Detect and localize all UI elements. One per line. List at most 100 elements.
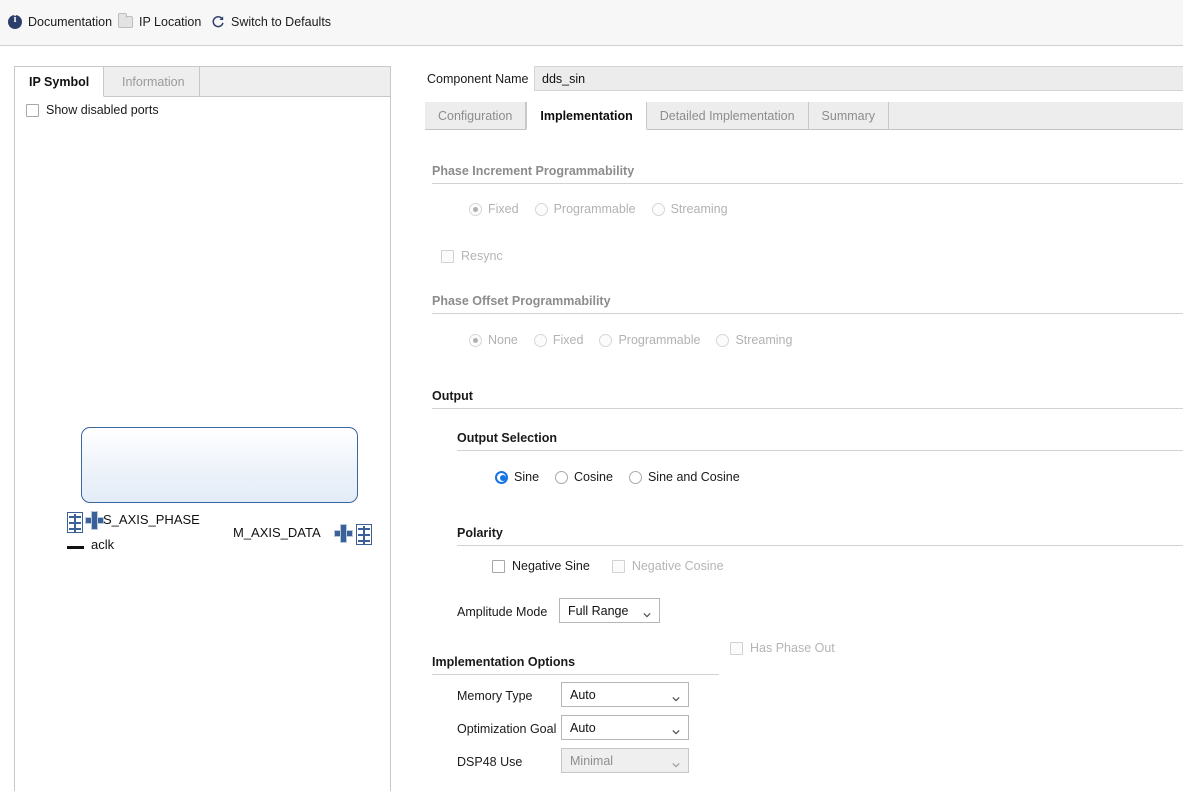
radio-label: Fixed bbox=[552, 333, 584, 347]
radio-indicator bbox=[555, 470, 569, 484]
checkbox-label: Negative Sine bbox=[512, 559, 590, 573]
refresh-icon bbox=[211, 15, 225, 29]
radio-phase-offset-streaming[interactable]: Streaming bbox=[716, 333, 792, 347]
port-label-aclk: aclk bbox=[91, 537, 115, 552]
section-title-phase-increment: Phase Increment Programmability bbox=[432, 164, 635, 178]
radio-label: Programmable bbox=[618, 333, 701, 347]
radio-indicator bbox=[628, 470, 642, 484]
component-name-input[interactable]: dds_sin bbox=[534, 66, 1183, 91]
show-disabled-ports-row[interactable]: Show disabled ports bbox=[26, 103, 159, 117]
section-title-output-selection: Output Selection bbox=[457, 431, 557, 445]
memory-type-select[interactable]: Auto bbox=[561, 682, 689, 707]
tab-summary[interactable]: Summary bbox=[809, 102, 890, 129]
radio-phase-offset-programmable[interactable]: Programmable bbox=[599, 333, 700, 347]
tab-implementation[interactable]: Implementation bbox=[526, 102, 647, 130]
ip-location-button[interactable]: IP Location bbox=[118, 13, 202, 29]
component-name-label: Component Name bbox=[427, 72, 529, 86]
checkbox-indicator bbox=[611, 559, 625, 573]
section-rule-output bbox=[432, 408, 1183, 409]
radio-indicator bbox=[716, 333, 730, 347]
section-title-phase-offset: Phase Offset Programmability bbox=[432, 294, 611, 308]
dsp48-use-select[interactable]: Minimal bbox=[561, 748, 689, 773]
tab-information[interactable]: Information bbox=[108, 67, 200, 97]
radio-phase-offset-none[interactable]: None bbox=[469, 333, 518, 347]
tab-ip-symbol-label: IP Symbol bbox=[29, 74, 90, 89]
radio-label: Programmable bbox=[553, 202, 636, 216]
amplitude-mode-select[interactable]: Full Range bbox=[559, 598, 660, 623]
port-label-s-axis-phase: S_AXIS_PHASE bbox=[103, 512, 200, 527]
radio-label: Sine and Cosine bbox=[647, 470, 740, 484]
config-body: Phase Increment Programmability Fixed Pr… bbox=[419, 130, 1183, 791]
ip-location-label: IP Location bbox=[139, 15, 202, 29]
folder-icon bbox=[118, 13, 133, 28]
radio-indicator bbox=[534, 202, 548, 216]
radio-phase-increment-programmable[interactable]: Programmable bbox=[534, 202, 636, 216]
checkbox-indicator bbox=[441, 249, 454, 263]
resync-row[interactable]: Resync bbox=[441, 249, 525, 263]
section-title-polarity: Polarity bbox=[457, 526, 503, 540]
tab-summary-label: Summary bbox=[821, 108, 876, 123]
radio-phase-offset-fixed[interactable]: Fixed bbox=[533, 333, 584, 347]
chevron-down-icon bbox=[672, 758, 680, 768]
radio-output-sine[interactable]: Sine bbox=[495, 470, 539, 484]
radio-indicator bbox=[599, 333, 613, 347]
radio-output-cosine[interactable]: Cosine bbox=[555, 470, 613, 484]
dsp48-use-value: Minimal bbox=[570, 753, 614, 768]
checkbox-negative-cosine[interactable]: Negative Cosine bbox=[611, 559, 724, 573]
chevron-down-icon bbox=[643, 608, 651, 618]
polarity-checkbox-group: Negative Sine Negative Cosine bbox=[492, 559, 746, 573]
checkbox-has-phase-out[interactable]: Has Phase Out bbox=[730, 641, 835, 655]
section-title-output: Output bbox=[432, 389, 473, 403]
show-disabled-ports-label: Show disabled ports bbox=[46, 103, 159, 117]
tab-ip-symbol[interactable]: IP Symbol bbox=[15, 67, 105, 97]
radio-indicator bbox=[469, 333, 482, 347]
documentation-button[interactable]: Documentation bbox=[8, 14, 113, 29]
chevron-down-icon bbox=[672, 692, 680, 702]
section-rule-phase-offset bbox=[432, 313, 1183, 314]
info-icon bbox=[8, 14, 22, 29]
port-label-m-axis-data: M_AXIS_DATA bbox=[233, 525, 321, 540]
has-phase-out-row[interactable]: Has Phase Out bbox=[730, 641, 857, 655]
checkbox-indicator bbox=[730, 641, 743, 655]
section-rule-phase-increment bbox=[432, 183, 1183, 184]
section-rule-polarity bbox=[457, 545, 1183, 546]
optimization-goal-select[interactable]: Auto bbox=[561, 715, 689, 740]
tab-configuration-label: Configuration bbox=[438, 108, 513, 123]
radio-indicator bbox=[495, 470, 508, 484]
section-rule-output-selection bbox=[457, 450, 1183, 451]
ip-symbol-panel: IP Symbol Information Show disabled port… bbox=[14, 66, 391, 791]
component-name-row: Component Name dds_sin bbox=[419, 66, 1183, 96]
switch-to-defaults-label: Switch to Defaults bbox=[231, 15, 332, 29]
checkbox-label: Resync bbox=[461, 249, 503, 263]
phase-increment-radio-group: Fixed Programmable Streaming bbox=[469, 202, 744, 216]
radio-indicator bbox=[533, 333, 547, 347]
tabbar-filler bbox=[889, 102, 1183, 129]
radio-label: Sine bbox=[514, 470, 540, 484]
aclk-port-wire bbox=[67, 546, 84, 549]
radio-indicator bbox=[651, 202, 665, 216]
documentation-label: Documentation bbox=[28, 15, 113, 29]
checkbox-negative-sine[interactable]: Negative Sine bbox=[492, 559, 590, 573]
phase-offset-radio-group: None Fixed Programmable Streaming bbox=[469, 333, 808, 347]
tab-implementation-label: Implementation bbox=[540, 108, 633, 123]
expand-m-axis-data-icon[interactable] bbox=[334, 524, 353, 543]
radio-label: Streaming bbox=[735, 333, 793, 347]
radio-output-sine-and-cosine[interactable]: Sine and Cosine bbox=[628, 470, 740, 484]
checkbox-resync[interactable]: Resync bbox=[441, 249, 503, 263]
radio-phase-increment-fixed[interactable]: Fixed bbox=[469, 202, 519, 216]
memory-type-value: Auto bbox=[570, 687, 596, 702]
radio-phase-increment-streaming[interactable]: Streaming bbox=[651, 202, 728, 216]
show-disabled-ports-checkbox[interactable] bbox=[26, 103, 39, 117]
tab-detailed-implementation[interactable]: Detailed Implementation bbox=[647, 102, 809, 129]
ip-config-panel: Component Name dds_sin Configuration Imp… bbox=[419, 56, 1183, 791]
switch-to-defaults-button[interactable]: Switch to Defaults bbox=[211, 15, 331, 29]
memory-type-label: Memory Type bbox=[457, 689, 533, 703]
expand-s-axis-phase-icon[interactable] bbox=[85, 511, 104, 530]
dsp48-use-label: DSP48 Use bbox=[457, 755, 523, 769]
top-toolbar: Documentation IP Location Switch to Defa… bbox=[0, 0, 1183, 46]
tab-detailed-implementation-label: Detailed Implementation bbox=[659, 108, 795, 123]
bus-interface-icon-right bbox=[356, 524, 372, 545]
checkbox-indicator bbox=[492, 559, 505, 573]
chevron-down-icon bbox=[672, 725, 680, 735]
tab-configuration[interactable]: Configuration bbox=[425, 102, 527, 129]
